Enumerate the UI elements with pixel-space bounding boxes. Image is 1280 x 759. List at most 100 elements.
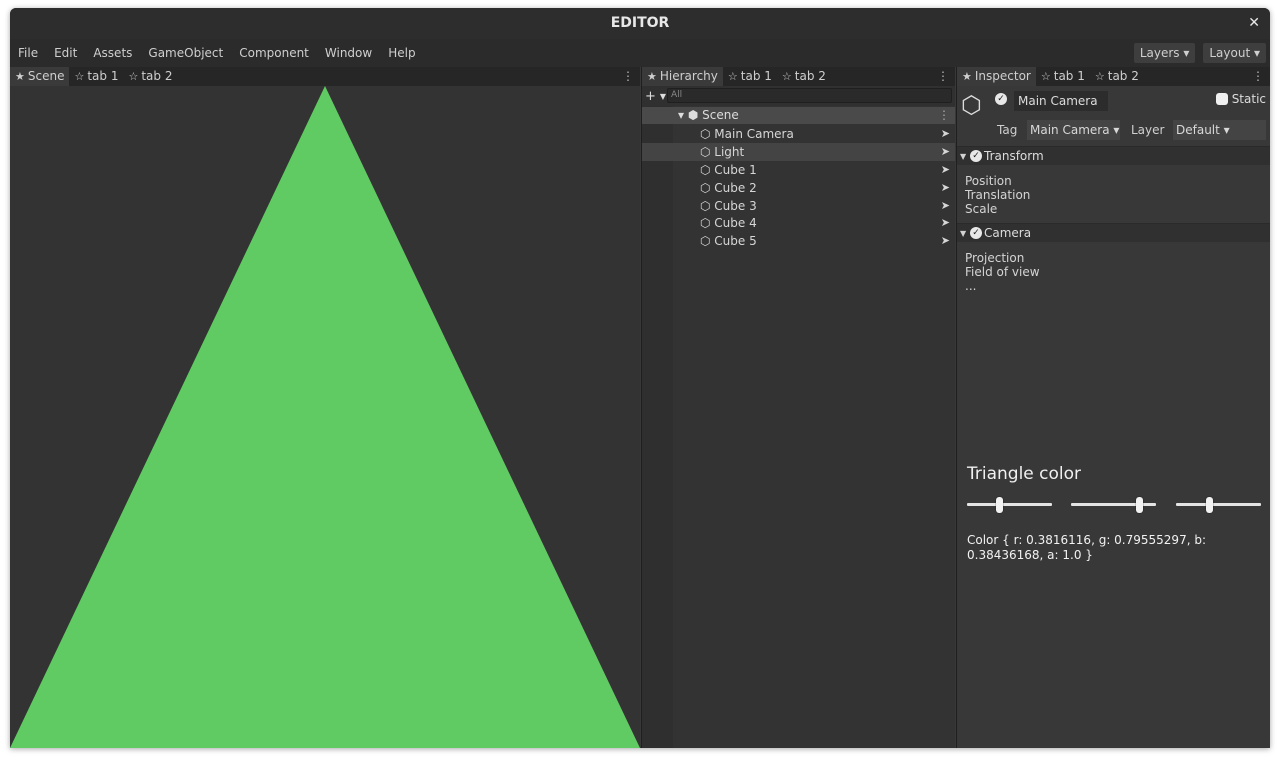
slider-track bbox=[1176, 503, 1261, 506]
layer-dropdown[interactable]: Default ▾ bbox=[1173, 120, 1266, 140]
star-outline-icon: ☆ bbox=[1040, 70, 1051, 83]
object-name-field[interactable]: Main Camera bbox=[1014, 91, 1108, 111]
arrow-right-icon[interactable]: ➤ bbox=[941, 232, 950, 250]
star-outline-icon: ☆ bbox=[781, 70, 792, 83]
tab-label: Inspector bbox=[974, 69, 1031, 83]
triangle-shape bbox=[10, 86, 640, 748]
scene-viewport[interactable] bbox=[10, 86, 640, 748]
hierarchy-item-cube-2[interactable]: ⬡ Cube 2 ➤ bbox=[642, 179, 955, 197]
arrow-right-icon[interactable]: ➤ bbox=[941, 214, 950, 232]
hierarchy-item-cube-3[interactable]: ⬡ Cube 3 ➤ bbox=[642, 197, 955, 215]
kebab-menu-icon[interactable]: ⋮ bbox=[1252, 67, 1264, 86]
menu-right-controls: Layers ▾ Layout ▾ bbox=[1126, 43, 1266, 63]
inspector-panel: ★ Inspector ☆ tab 1 ☆ tab 2 ⋮ ⬡ ✓ Main Came… bbox=[956, 67, 1270, 748]
menu-window[interactable]: Window bbox=[325, 46, 372, 60]
menu-help[interactable]: Help bbox=[388, 46, 415, 60]
hierarchy-item-main-camera[interactable]: ⬡ Main Camera ➤ bbox=[642, 125, 955, 143]
menu-assets[interactable]: Assets bbox=[93, 46, 132, 60]
star-icon: ★ bbox=[15, 70, 25, 83]
transform-section-header[interactable]: ▼ ✓ Transform bbox=[957, 146, 1270, 165]
tab-scene-1[interactable]: ☆ tab 1 bbox=[69, 67, 123, 86]
star-outline-icon: ☆ bbox=[74, 70, 85, 83]
hierarchy-item-cube-1[interactable]: ⬡ Cube 1 ➤ bbox=[642, 161, 955, 179]
menu-bar: File Edit Assets GameObject Component Wi… bbox=[10, 39, 1270, 67]
tab-inspector-1[interactable]: ☆ tab 1 bbox=[1036, 67, 1090, 86]
color-slider-b[interactable] bbox=[1176, 497, 1261, 513]
window-title: EDITOR bbox=[610, 15, 670, 31]
tab-scene-2[interactable]: ☆ tab 2 bbox=[123, 67, 177, 86]
kebab-menu-icon[interactable]: ⋮ bbox=[622, 67, 634, 86]
static-checkbox[interactable] bbox=[1215, 93, 1228, 105]
list-item-label: ⬡ Cube 4 bbox=[700, 216, 757, 230]
camera-prop-field-of-view: Field of view bbox=[965, 265, 1040, 279]
color-value-text: Color { r: 0.3816116, g: 0.79555297, b: … bbox=[967, 533, 1206, 562]
menu-edit[interactable]: Edit bbox=[54, 46, 77, 60]
arrow-right-icon[interactable]: ➤ bbox=[941, 179, 950, 197]
tab-hierarchy[interactable]: ★ Hierarchy bbox=[642, 67, 723, 86]
camera-enabled-checkbox[interactable]: ✓ bbox=[970, 227, 982, 239]
color-slider-g[interactable] bbox=[1071, 497, 1156, 513]
gameobject-hexagon-icon: ⬡ bbox=[961, 91, 982, 119]
list-item-label: ⬡ Cube 3 bbox=[700, 199, 757, 213]
scene-canvas-svg bbox=[10, 86, 640, 748]
arrow-right-icon[interactable]: ➤ bbox=[941, 197, 950, 215]
transform-title: Transform bbox=[984, 149, 1044, 163]
tag-label: Tag bbox=[997, 123, 1018, 137]
camera-section-header[interactable]: ▼ ✓ Camera bbox=[957, 223, 1270, 242]
scene-root-row[interactable]: ▾ ⬢ Scene ⋮ bbox=[642, 107, 955, 124]
camera-title: Camera bbox=[984, 226, 1032, 240]
kebab-menu-icon[interactable]: ⋮ bbox=[937, 67, 949, 86]
tab-label: tab 1 bbox=[1053, 69, 1085, 83]
arrow-right-icon[interactable]: ➤ bbox=[941, 161, 950, 179]
transform-prop-scale: Scale bbox=[965, 202, 998, 216]
collapse-arrow-icon[interactable]: ▼ bbox=[960, 224, 966, 243]
arrow-right-icon[interactable]: ➤ bbox=[941, 143, 950, 161]
slider-thumb[interactable] bbox=[996, 497, 1004, 513]
tab-label: Scene bbox=[27, 69, 65, 83]
menu-file[interactable]: File bbox=[18, 46, 38, 60]
transform-prop-position: Position bbox=[965, 174, 1012, 188]
triangle-color-title: Triangle color bbox=[967, 464, 1082, 484]
tab-scene[interactable]: ★ Scene bbox=[10, 67, 70, 86]
star-icon: ★ bbox=[962, 70, 972, 83]
hierarchy-search-input[interactable]: All bbox=[667, 88, 952, 103]
layers-dropdown[interactable]: Layers ▾ bbox=[1133, 43, 1196, 63]
kebab-menu-icon[interactable]: ⋮ bbox=[938, 107, 950, 124]
list-item-label: ⬡ Cube 1 bbox=[700, 163, 757, 177]
tag-dropdown[interactable]: Main Camera ▾ bbox=[1027, 120, 1120, 140]
add-dropdown-arrow-icon[interactable]: ▼ bbox=[660, 92, 666, 101]
close-icon[interactable]: ✕ bbox=[1248, 8, 1260, 39]
tab-inspector-2[interactable]: ☆ tab 2 bbox=[1090, 67, 1144, 86]
hierarchy-item-cube-4[interactable]: ⬡ Cube 4 ➤ bbox=[642, 214, 955, 232]
static-toggle[interactable]: Static bbox=[1215, 92, 1266, 106]
active-checkbox[interactable]: ✓ bbox=[995, 93, 1007, 105]
inspector-tab-bar: ★ Inspector ☆ tab 1 ☆ tab 2 ⋮ bbox=[957, 67, 1270, 86]
color-slider-r[interactable] bbox=[967, 497, 1052, 513]
tab-label: tab 1 bbox=[740, 69, 772, 83]
slider-thumb[interactable] bbox=[1135, 497, 1143, 513]
editor-window: EDITOR ✕ File Edit Assets GameObject Com… bbox=[10, 8, 1270, 748]
list-item-label: ⬡ Main Camera bbox=[700, 127, 794, 141]
arrow-right-icon[interactable]: ➤ bbox=[941, 125, 950, 143]
scene-panel: ★ Scene ☆ tab 1 ☆ tab 2 ⋮ bbox=[10, 67, 640, 748]
scene-tab-bar: ★ Scene ☆ tab 1 ☆ tab 2 ⋮ bbox=[10, 67, 640, 86]
layout-dropdown[interactable]: Layout ▾ bbox=[1203, 43, 1266, 63]
tab-inspector[interactable]: ★ Inspector bbox=[957, 67, 1036, 86]
camera-prop-more: ... bbox=[965, 279, 977, 293]
tab-label: tab 2 bbox=[794, 69, 826, 83]
menu-gameobject[interactable]: GameObject bbox=[148, 46, 223, 60]
tab-label: Hierarchy bbox=[659, 69, 718, 83]
collapse-arrow-icon[interactable]: ▼ bbox=[960, 147, 966, 166]
slider-track bbox=[967, 503, 1052, 506]
transform-enabled-checkbox[interactable]: ✓ bbox=[970, 150, 982, 162]
tab-hierarchy-1[interactable]: ☆ tab 1 bbox=[723, 67, 777, 86]
transform-prop-translation: Translation bbox=[965, 188, 1031, 202]
add-icon[interactable]: + bbox=[645, 89, 656, 104]
slider-thumb[interactable] bbox=[1205, 497, 1213, 513]
tab-hierarchy-2[interactable]: ☆ tab 2 bbox=[777, 67, 831, 86]
hierarchy-item-light[interactable]: ⬡ Light ➤ bbox=[642, 143, 955, 161]
hierarchy-item-cube-5[interactable]: ⬡ Cube 5 ➤ bbox=[642, 232, 955, 250]
hierarchy-toolbar: + ▼ All bbox=[642, 86, 955, 106]
scene-root-label: ▾ ⬢ Scene bbox=[678, 108, 739, 122]
menu-component[interactable]: Component bbox=[239, 46, 309, 60]
